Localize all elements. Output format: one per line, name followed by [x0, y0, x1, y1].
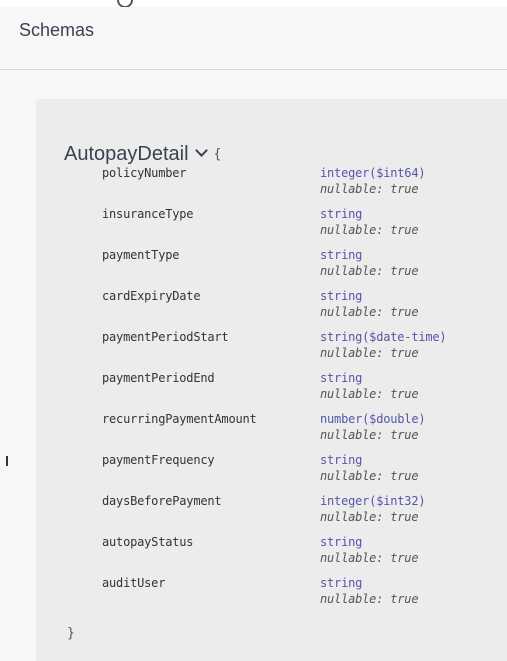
property-row: policyNumber integer($int64) nullable: t… — [102, 166, 502, 207]
property-row: auditUser string nullable: true — [102, 576, 502, 617]
model-title-row[interactable]: AutopayDetail { — [64, 143, 221, 166]
property-row: insuranceType string nullable: true — [102, 207, 502, 248]
property-nullable: nullable: true — [320, 264, 419, 278]
left-marker — [6, 456, 8, 466]
property-row: paymentPeriodStart string($date-time) nu… — [102, 330, 502, 371]
property-type: string — [320, 207, 363, 221]
property-nullable: nullable: true — [320, 592, 419, 606]
open-brace: { — [213, 147, 222, 162]
model-name[interactable]: AutopayDetail — [64, 143, 189, 165]
property-name: paymentType — [102, 248, 180, 262]
property-name: autopayStatus — [102, 535, 194, 549]
property-type: string — [320, 289, 363, 303]
property-name: insuranceType — [102, 207, 194, 221]
property-type: number($double) — [320, 412, 426, 426]
property-row: paymentType string nullable: true — [102, 248, 502, 289]
property-row: daysBeforePayment integer($int32) nullab… — [102, 494, 502, 535]
property-row: paymentFrequency string nullable: true — [102, 453, 502, 494]
property-nullable: nullable: true — [320, 469, 419, 483]
property-name: auditUser — [102, 576, 166, 590]
property-row: autopayStatus string nullable: true — [102, 535, 502, 576]
property-type: string — [320, 371, 363, 385]
property-nullable: nullable: true — [320, 387, 419, 401]
section-title: Schemas — [19, 20, 95, 40]
property-name: paymentFrequency — [102, 453, 215, 467]
property-row: paymentPeriodEnd string nullable: true — [102, 371, 502, 412]
schemas-section-header[interactable]: Schemas — [0, 7, 507, 70]
property-name: daysBeforePayment — [102, 494, 222, 508]
property-name: paymentPeriodStart — [102, 330, 229, 344]
property-name: cardExpiryDate — [102, 289, 201, 303]
property-type: integer($int32) — [320, 494, 426, 508]
property-name: policyNumber — [102, 166, 187, 180]
property-row: recurringPaymentAmount number($double) n… — [102, 412, 502, 453]
property-type: string — [320, 248, 363, 262]
swagger-schemas-page: Schemas AutopayDetail { policyNumber inte… — [0, 0, 507, 661]
property-nullable: nullable: true — [320, 510, 419, 524]
property-name: paymentPeriodEnd — [102, 371, 215, 385]
property-type: string — [320, 576, 363, 590]
property-nullable: nullable: true — [320, 346, 419, 360]
property-list: policyNumber integer($int64) nullable: t… — [102, 166, 502, 617]
chevron-down-icon[interactable] — [194, 144, 208, 157]
property-nullable: nullable: true — [320, 182, 419, 196]
property-type: string — [320, 535, 363, 549]
close-brace: } — [67, 626, 75, 641]
property-name: recurringPaymentAmount — [102, 412, 257, 426]
property-nullable: nullable: true — [320, 428, 419, 442]
property-nullable: nullable: true — [320, 223, 419, 237]
property-nullable: nullable: true — [320, 551, 419, 565]
property-type: string($date-time) — [320, 330, 447, 344]
property-nullable: nullable: true — [320, 305, 419, 319]
property-row: cardExpiryDate string nullable: true — [102, 289, 502, 330]
top-edge — [0, 0, 507, 8]
property-type: integer($int64) — [320, 166, 426, 180]
property-type: string — [320, 453, 363, 467]
